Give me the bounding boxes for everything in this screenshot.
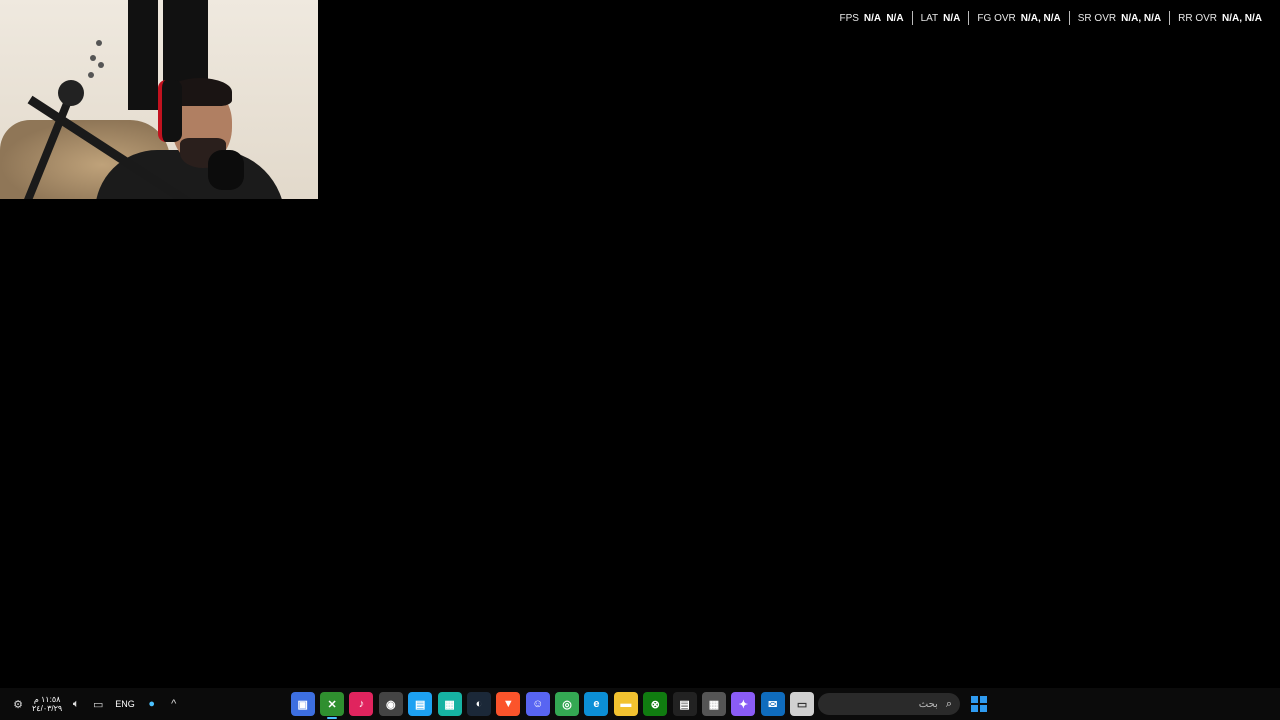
clock-time: ١١:٥٨ م [33,695,61,704]
volume-icon[interactable]: 🔈︎ [68,696,84,712]
metric-value: N/A [943,12,961,24]
microphone [208,150,244,190]
metric-value: N/A, N/A [1020,12,1061,24]
clock-date: ٢٤/٠٣/٢٩ [32,704,63,713]
copilot-app-icon[interactable]: ✦ [731,692,756,716]
mail-app-icon[interactable]: ✉ [760,692,785,716]
metric-value: N/A, N/A [1121,12,1162,24]
microphone-icon[interactable]: ● [144,696,160,712]
windows-logo-tile [980,705,987,712]
ray-reconstruction-metric: RR OVR N/A, N/A [1169,11,1270,25]
metric-label: FPS [839,12,859,24]
app-window-icon[interactable]: ▭ [790,692,815,716]
brave-app-icon[interactable]: ▼ [496,692,521,716]
performance-overlay: FPS N/A N/A LAT N/A FG OVR N/A, N/A SR O… [831,10,1270,26]
obs-app-icon[interactable]: ◉ [378,692,403,716]
frame-gen-metric: FG OVR N/A, N/A [968,11,1068,25]
chevron-up-icon[interactable]: ^ [166,696,182,712]
xbox-app-icon[interactable]: ✕ [320,692,345,719]
windows-logo-tile [971,696,978,703]
edge-app-icon[interactable]: e [584,692,609,716]
taskbar: ⚙ ١١:٥٨ م ٢٤/٠٣/٢٩ 🔈︎ ▭ ENG ● ^ ▣ ✕ ♪ ◉ ▤ ▦ ◐ ▼… [0,688,1280,720]
discord-app-icon[interactable]: ☺ [525,692,550,716]
language-indicator[interactable]: ENG [112,699,138,709]
windows-logo-tile [980,696,987,703]
search-icon: ⌕ [945,697,952,710]
metric-label: LAT [920,12,939,24]
tiktok-app-icon[interactable]: ♪ [349,692,374,716]
network-icon[interactable]: ▭ [90,696,106,712]
file-explorer-app-icon[interactable]: ▬ [613,692,638,716]
system-tray: ⚙ ١١:٥٨ م ٢٤/٠٣/٢٩ 🔈︎ ▭ ENG ● ^ [10,688,182,720]
clock[interactable]: ١١:٥٨ م ٢٤/٠٣/٢٩ [32,695,62,713]
mic-arm-joint [58,80,84,106]
latency-metric: LAT N/A [911,11,969,25]
start-button[interactable] [968,693,990,715]
headset [158,80,182,142]
windows-logo-tile [971,705,978,712]
app-blue-square-icon[interactable]: ▣ [290,692,315,716]
app-cyan-icon[interactable]: ▤ [408,692,433,716]
steam-app-icon[interactable]: ◐ [466,692,491,716]
notification-icon[interactable]: ⚙ [10,696,26,712]
store-app-icon[interactable]: ▦ [701,692,726,716]
chrome-app-icon[interactable]: ◎ [555,692,580,716]
metric-label: RR OVR [1178,12,1217,24]
app-teal-icon[interactable]: ▦ [437,692,462,716]
acoustic-panel [128,0,158,110]
webcam-overlay [0,0,318,199]
fps-metric: FPS N/A N/A [831,11,911,25]
xbox-console-app-icon[interactable]: ⊗ [643,692,668,716]
search-placeholder: بحث [918,698,938,710]
metric-value: N/A N/A [863,12,904,24]
search-box[interactable]: بحث ⌕ [818,693,960,715]
pinned-apps: ▣ ✕ ♪ ◉ ▤ ▦ ◐ ▼ ☺ ◎ e ▬ ⊗ ▤ ▦ ✦ ✉ ▭ [288,688,817,720]
metric-value: N/A, N/A [1222,12,1262,24]
ctrl-app-icon[interactable]: ▤ [672,692,697,716]
metric-label: FG OVR [977,12,1016,24]
metric-label: SR OVR [1077,12,1117,24]
super-resolution-metric: SR OVR N/A, N/A [1068,11,1169,25]
